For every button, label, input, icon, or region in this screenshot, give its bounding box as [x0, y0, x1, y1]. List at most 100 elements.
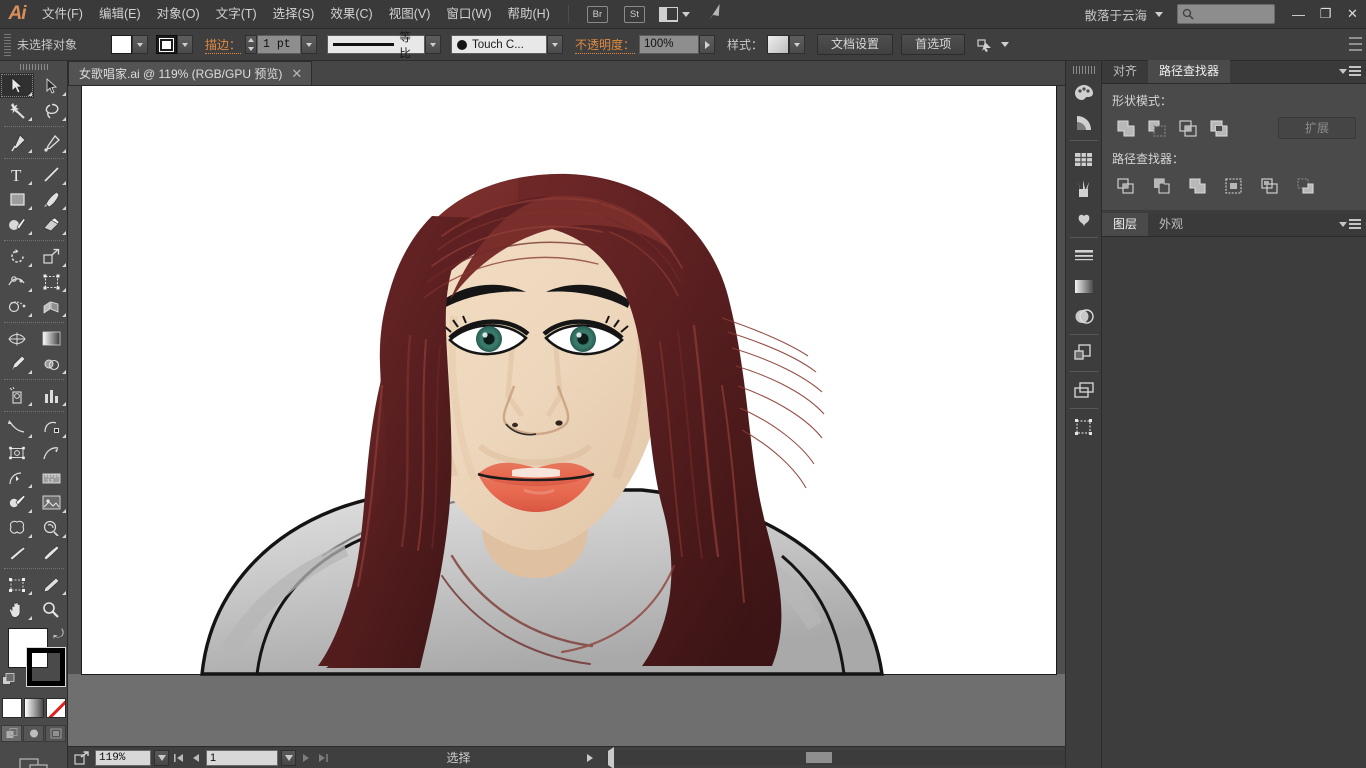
transparency-panel-icon[interactable] — [1069, 301, 1099, 331]
document-setup-button[interactable]: 文档设置 — [817, 34, 893, 55]
scale-tool[interactable] — [34, 244, 68, 269]
dock-grip[interactable] — [1073, 66, 1095, 74]
tab-align[interactable]: 对齐 — [1102, 60, 1148, 83]
pencil-tool[interactable] — [34, 540, 68, 565]
zoom-level-dropdown[interactable] — [154, 750, 169, 766]
graphic-style-swatch[interactable] — [767, 35, 789, 54]
arrange-documents-button[interactable] — [659, 7, 690, 22]
curvature-tool[interactable] — [34, 130, 68, 155]
ruler-tool[interactable]: 1 2 — [34, 465, 68, 490]
control-bar-menu-icon[interactable] — [1349, 37, 1362, 51]
symbol-scrunch-tool[interactable] — [0, 515, 34, 540]
minimize-button[interactable]: — — [1285, 0, 1312, 29]
brush-definition-dropdown[interactable] — [547, 35, 563, 54]
canvas-horizontal-scrollbar[interactable] — [606, 750, 1086, 765]
stroke-swatch[interactable] — [156, 35, 177, 54]
shaper-tool[interactable] — [0, 212, 34, 237]
perspective-grid-tool[interactable] — [34, 294, 68, 319]
stroke-profile-combo[interactable]: 等比 — [327, 35, 425, 54]
gradient-panel-icon[interactable] — [1069, 271, 1099, 301]
preferences-button[interactable]: 首选项 — [901, 34, 965, 55]
symbol-sprayer-tool[interactable] — [0, 383, 34, 408]
stroke-profile-dropdown[interactable] — [425, 35, 441, 54]
select-similar-chevron-icon[interactable] — [1001, 42, 1009, 47]
color-panel-icon[interactable] — [1069, 77, 1099, 107]
artboard-number-field[interactable]: 1 — [206, 750, 278, 766]
puppet-warp-tool[interactable] — [34, 440, 68, 465]
scroll-left-button[interactable] — [608, 751, 614, 765]
close-button[interactable]: ✕ — [1339, 0, 1366, 29]
paintbrush-tool[interactable] — [34, 187, 68, 212]
zoom-tool[interactable] — [34, 597, 68, 622]
stroke-color-swatch[interactable] — [27, 648, 65, 686]
opacity-flyout-button[interactable] — [699, 35, 715, 54]
color-guide-panel-icon[interactable] — [1069, 107, 1099, 137]
pen-tool[interactable] — [0, 130, 34, 155]
stroke-dropdown[interactable] — [177, 35, 193, 54]
workspace-switcher[interactable]: 散落于云海 — [1080, 5, 1151, 24]
selection-tool[interactable] — [0, 73, 34, 98]
mesh-tool[interactable] — [0, 326, 34, 351]
shaper-slice-tool[interactable] — [0, 415, 34, 440]
workspace-chevron-icon[interactable] — [1155, 12, 1163, 17]
tab-pathfinder[interactable]: 路径查找器 — [1148, 60, 1230, 83]
outline-button[interactable] — [1256, 174, 1284, 198]
last-artboard-button[interactable] — [316, 750, 330, 766]
fill-swatch[interactable] — [111, 35, 132, 54]
status-flyout-icon[interactable] — [587, 754, 601, 762]
free-transform-box-tool[interactable] — [0, 440, 34, 465]
unite-button[interactable] — [1112, 116, 1140, 140]
brushes-panel-icon[interactable] — [1069, 174, 1099, 204]
artboard-dropdown[interactable] — [281, 750, 296, 766]
brush-definition-combo[interactable]: Touch C... — [451, 35, 547, 54]
reshape-tool[interactable] — [34, 415, 68, 440]
artboards-panel-icon[interactable] — [1069, 412, 1099, 442]
menu-window[interactable]: 窗口(W) — [438, 0, 499, 29]
tab-layers[interactable]: 图层 — [1102, 213, 1148, 236]
stroke-weight-label[interactable]: 描边： — [205, 36, 241, 54]
minus-back-button[interactable] — [1292, 174, 1320, 198]
slice-tool[interactable] — [34, 572, 68, 597]
menu-select[interactable]: 选择(S) — [265, 0, 323, 29]
layers-panel-menu-icon[interactable] — [1339, 219, 1361, 229]
control-bar-grip[interactable] — [4, 34, 11, 56]
search-input[interactable] — [1177, 4, 1275, 24]
intersect-button[interactable] — [1174, 116, 1202, 140]
menu-object[interactable]: 对象(O) — [149, 0, 208, 29]
rotate-tool[interactable] — [0, 244, 34, 269]
horizontal-scroll-thumb[interactable] — [806, 752, 832, 763]
divide-button[interactable] — [1112, 174, 1140, 198]
menu-effect[interactable]: 效果(C) — [322, 0, 380, 29]
tools-panel-grip[interactable] — [0, 61, 67, 73]
measure-tool[interactable] — [0, 465, 34, 490]
hand-tool[interactable] — [0, 597, 34, 622]
shape-builder-tool[interactable] — [0, 294, 34, 319]
graphic-style-dropdown[interactable] — [789, 35, 805, 54]
opacity-field[interactable]: 100% — [639, 35, 699, 54]
artboard-tool[interactable] — [0, 572, 34, 597]
menu-help[interactable]: 帮助(H) — [500, 0, 558, 29]
symbols-panel-icon[interactable] — [1069, 204, 1099, 234]
stroke-weight-stepper[interactable] — [245, 35, 257, 54]
restore-button[interactable]: ❐ — [1312, 0, 1339, 29]
column-graph-tool[interactable] — [34, 383, 68, 408]
pathfinder-panel-icon[interactable] — [1069, 338, 1099, 368]
previous-artboard-button[interactable] — [189, 750, 203, 766]
stock-button[interactable]: St — [624, 6, 645, 23]
exclude-button[interactable] — [1205, 116, 1233, 140]
stroke-panel-icon[interactable] — [1069, 241, 1099, 271]
trim-button[interactable] — [1148, 174, 1176, 198]
canvas-area[interactable] — [68, 86, 1086, 746]
select-similar-icon[interactable] — [977, 38, 993, 52]
live-paint-bucket-tool[interactable] — [0, 490, 34, 515]
none-color-button[interactable] — [46, 698, 66, 718]
gradient-button[interactable] — [24, 698, 44, 718]
artboard[interactable] — [82, 86, 1056, 674]
free-transform-tool[interactable] — [34, 269, 68, 294]
stock-rocket-icon[interactable] — [703, 2, 727, 26]
draw-behind-button[interactable] — [23, 725, 44, 742]
default-fill-stroke-icon[interactable] — [2, 673, 15, 686]
draw-normal-button[interactable] — [1, 725, 22, 742]
type-tool[interactable]: T — [0, 162, 34, 187]
fill-dropdown[interactable] — [132, 35, 148, 54]
